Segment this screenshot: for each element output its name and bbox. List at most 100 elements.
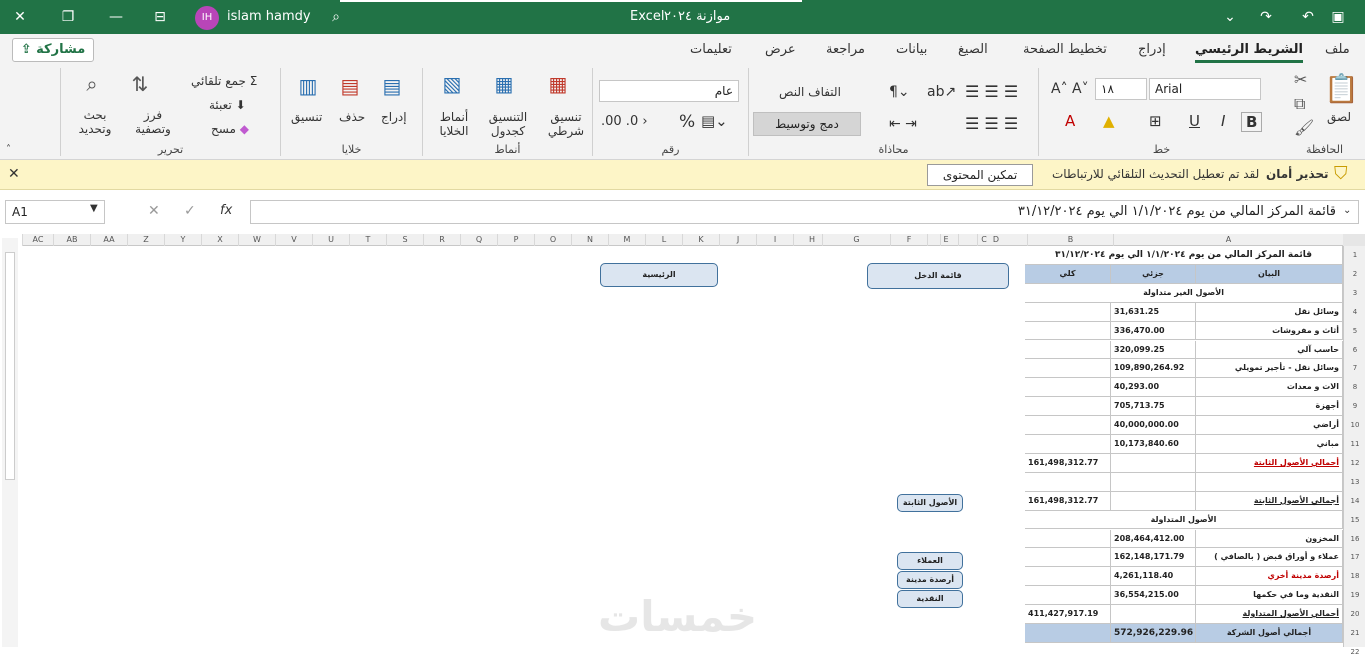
tab-home[interactable]: الشريط الرئيسي	[1195, 42, 1303, 63]
total-cell[interactable]: 161,498,312.77	[1025, 453, 1111, 473]
row-header[interactable]: 16	[1344, 535, 1365, 543]
conditional-format-icon[interactable]: ▦	[543, 72, 573, 96]
borders-icon[interactable]: ⊞	[1149, 112, 1162, 130]
label-cell[interactable]: أثاث و مفروشات	[1196, 321, 1343, 341]
insert-cells-icon[interactable]: ▤	[377, 74, 407, 98]
insert-function-icon[interactable]: fx	[220, 203, 232, 218]
column-header[interactable]: O	[534, 234, 571, 246]
total-cell[interactable]	[1025, 359, 1111, 379]
expand-formula-icon[interactable]: ⌄	[1343, 205, 1351, 216]
row-header[interactable]: 1	[1344, 251, 1365, 259]
collapse-ribbon-icon[interactable]: ˄	[6, 144, 11, 155]
column-header[interactable]: AC	[22, 234, 53, 246]
cancel-icon[interactable]: ✕	[148, 203, 160, 219]
percent-icon[interactable]: %	[679, 112, 695, 132]
close-icon[interactable]: ✕	[8, 166, 20, 182]
partial-cell[interactable]: 31,631.25	[1111, 302, 1196, 322]
column-header[interactable]: T	[349, 234, 386, 246]
format-cells-button[interactable]: تنسيق	[291, 110, 322, 124]
search-box[interactable]	[340, 0, 802, 2]
tab-insert[interactable]: إدراج	[1138, 42, 1166, 57]
column-header[interactable]: Y	[164, 234, 201, 246]
cash-shape[interactable]: النقدية	[897, 590, 963, 608]
partial-cell[interactable]	[1111, 472, 1196, 492]
format-cells-icon[interactable]: ▥	[293, 74, 323, 98]
row-header[interactable]: 15	[1344, 516, 1365, 524]
delete-cells-button[interactable]: حذف	[339, 110, 365, 124]
partial-cell[interactable]: 208,464,412.00	[1111, 529, 1196, 549]
column-header[interactable]: J	[719, 234, 756, 246]
search-icon[interactable]: ⌕	[324, 6, 348, 28]
column-header[interactable]: X	[201, 234, 238, 246]
total-cell[interactable]: 161,498,312.77	[1025, 491, 1111, 511]
conditional-format-button[interactable]: تنسيق شرطي	[539, 110, 593, 138]
header-cell[interactable]: البيان	[1196, 264, 1343, 284]
label-cell[interactable]: أجمالي الأصول الثابتة	[1196, 491, 1343, 511]
cell-styles-button[interactable]: أنماط الخلايا	[429, 110, 479, 138]
customize-toolbar-icon[interactable]: ⌄	[1218, 6, 1242, 28]
row-header[interactable]: 6	[1344, 346, 1365, 354]
redo-icon[interactable]: ↷	[1254, 6, 1278, 28]
label-cell[interactable]: وسائل نقل	[1196, 302, 1343, 322]
column-header[interactable]: B	[1027, 234, 1113, 246]
row-header[interactable]: 11	[1344, 440, 1365, 448]
ribbon-display-icon[interactable]: ⊟	[148, 6, 172, 28]
column-header[interactable]: D	[977, 234, 1014, 246]
column-header[interactable]: N	[571, 234, 608, 246]
label-cell[interactable]: الات و معدات	[1196, 378, 1343, 398]
total-cell[interactable]	[1025, 586, 1111, 606]
label-cell[interactable]: حاسب آلي	[1196, 340, 1343, 360]
column-header[interactable]: I	[756, 234, 793, 246]
label-cell[interactable]: وسائل نقل - تأجير تمويلي	[1196, 359, 1343, 379]
enter-icon[interactable]: ✓	[184, 203, 196, 219]
partial-cell[interactable]: 336,470.00	[1111, 321, 1196, 341]
column-header[interactable]: Z	[127, 234, 164, 246]
clear-button[interactable]: ◆ مسح	[211, 122, 249, 136]
close-icon[interactable]: ✕	[8, 6, 32, 28]
row-header[interactable]: 12	[1344, 459, 1365, 467]
fill-color-icon[interactable]: ▲	[1103, 112, 1115, 130]
label-cell[interactable]: أجهزة	[1196, 397, 1343, 417]
total-cell[interactable]	[1025, 397, 1111, 417]
column-header[interactable]: S	[386, 234, 423, 246]
italic-button[interactable]: I	[1221, 112, 1225, 130]
name-box-dropdown-icon[interactable]: ▼	[90, 203, 98, 214]
tab-review[interactable]: مراجعة	[826, 42, 865, 57]
home-shape[interactable]: الرئيسية	[600, 263, 718, 287]
row-header[interactable]: 4	[1344, 308, 1365, 316]
total-cell[interactable]	[1025, 548, 1111, 568]
align-left-icon[interactable]: ☰ ☰ ☰	[965, 114, 1018, 133]
label-cell[interactable]	[1196, 472, 1343, 492]
row-header[interactable]: 21	[1344, 629, 1365, 637]
grand-total-label-cell[interactable]: أجمالي أصول الشركة	[1196, 624, 1343, 643]
undo-icon[interactable]: ↶	[1296, 6, 1320, 28]
cut-icon[interactable]: ✂	[1294, 70, 1307, 89]
row-header[interactable]: 22	[1344, 648, 1365, 656]
tab-help[interactable]: تعليمات	[690, 42, 732, 57]
copy-icon[interactable]: ⧉	[1294, 94, 1305, 114]
row-header[interactable]: 2	[1344, 270, 1365, 278]
header-cell[interactable]: جزئي	[1111, 264, 1196, 284]
total-cell[interactable]	[1025, 567, 1111, 587]
tab-file[interactable]: ملف	[1325, 42, 1350, 57]
avatar[interactable]: IH	[195, 6, 219, 30]
row-header[interactable]: 14	[1344, 497, 1365, 505]
column-header[interactable]: W	[238, 234, 275, 246]
row-header[interactable]: 8	[1344, 383, 1365, 391]
label-cell[interactable]: عملاء و أوراق قبض ( بالصافي )	[1196, 548, 1343, 568]
align-top-icon[interactable]: ☰ ☰ ☰	[965, 82, 1018, 101]
bold-button[interactable]: B	[1241, 112, 1263, 132]
column-header[interactable]: U	[312, 234, 349, 246]
row-header[interactable]: 19	[1344, 591, 1365, 599]
font-color-icon[interactable]: A	[1065, 112, 1075, 130]
customers-shape[interactable]: العملاء	[897, 552, 963, 570]
column-header[interactable]: G	[822, 234, 890, 246]
label-cell[interactable]: المخزون	[1196, 529, 1343, 549]
column-header[interactable]: AB	[53, 234, 90, 246]
label-cell[interactable]: أجمالي الأصول المتداولة	[1196, 605, 1343, 624]
tab-view[interactable]: عرض	[765, 42, 796, 57]
total-cell[interactable]	[1025, 340, 1111, 360]
vertical-scrollbar[interactable]	[2, 238, 18, 647]
total-cell[interactable]: 411,427,917.19	[1025, 605, 1111, 624]
font-size-input[interactable]: ١٨	[1095, 78, 1147, 100]
